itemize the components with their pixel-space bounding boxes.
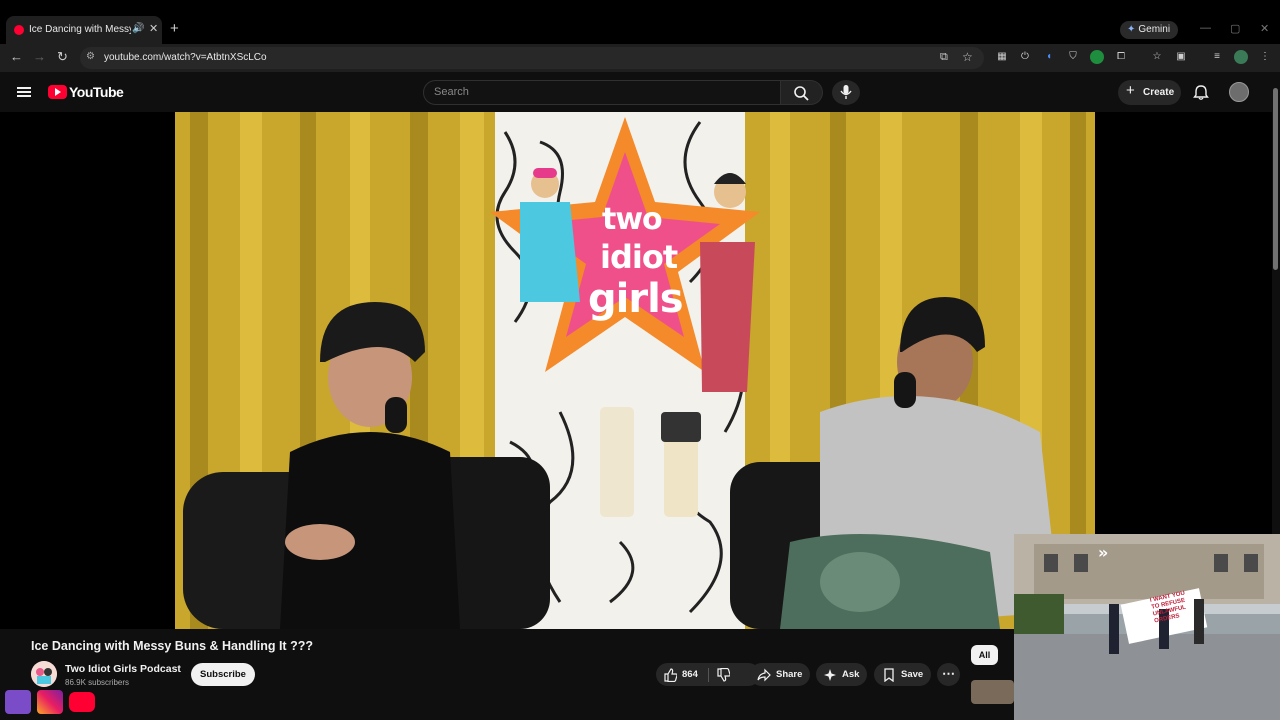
ask-button[interactable]: Ask [816,663,867,686]
like-count: 864 [682,669,698,680]
browser-toolbar: ← → ↻ ⚙ youtube.com/watch?v=AtbtnXScLCo … [0,44,1280,108]
create-button[interactable]: + Create [1118,80,1181,105]
instagram-icon[interactable] [37,690,63,714]
youtube-favicon-icon [14,25,24,35]
video-title: Ice Dancing with Messy Buns & Handling I… [31,639,313,653]
gemini-label: Gemini [1138,24,1171,35]
like-divider [708,668,709,682]
search-input[interactable] [434,86,764,98]
sidepanel-icon[interactable]: ▣ [1174,50,1188,64]
minimize-button[interactable]: — [1200,22,1211,34]
pip-frame: » [1014,534,1280,720]
audio-extension-icon[interactable]: ◖ [1042,50,1056,64]
thumbs-up-icon [664,668,677,682]
filter-chip-all[interactable]: All [971,645,998,665]
cup-left [600,407,634,517]
like-button[interactable]: 864 [656,663,708,686]
window-close-button[interactable]: ✕ [1260,22,1269,35]
back-button[interactable]: ← [10,49,23,64]
extension-icon-1[interactable]: ▦ [995,50,1009,64]
hamburger-menu-icon[interactable] [17,87,31,97]
maximize-button[interactable]: ▢ [1230,22,1240,35]
bookmark-star-icon[interactable]: ☆ [962,50,973,64]
bookmarks-icon[interactable]: ☆ [1150,50,1164,64]
svg-text:»: » [1098,543,1108,562]
sparkle-icon [824,669,836,681]
extension-badge-icon[interactable] [1090,50,1104,64]
more-actions-button[interactable]: ⋯ [937,663,960,686]
subscriber-count: 86.9K subscribers [65,678,130,687]
ask-label: Ask [842,669,860,680]
url-text: youtube.com/watch?v=AtbtnXScLCo [104,52,267,63]
speaker-icon[interactable]: 🔊 [132,23,144,34]
save-button[interactable]: Save [874,663,931,686]
browser-tab-bar: Ice Dancing with Messy Bun 🔊 ✕ + ✦Gemini… [0,0,1280,44]
voice-search-button[interactable] [832,80,860,105]
address-bar[interactable]: ⚙ youtube.com/watch?v=AtbtnXScLCo ⧉ ☆ [80,47,984,69]
menu-dots-icon[interactable]: ⋮ [1258,50,1272,64]
twitch-icon[interactable] [5,690,31,714]
new-tab-button[interactable]: + [170,20,179,37]
save-label: Save [901,669,924,680]
browser-tab-active[interactable]: Ice Dancing with Messy Bun 🔊 ✕ [6,16,162,44]
shield-icon[interactable]: ⛉ [1066,50,1080,64]
bookmark-icon [884,668,894,682]
youtube-masthead: YouTube + Create [0,72,1280,112]
notifications-bell-icon[interactable] [1193,84,1209,105]
user-avatar[interactable] [1229,82,1249,102]
create-label: Create [1143,87,1175,98]
dislike-button[interactable] [716,667,736,682]
search-icon [794,86,809,101]
power-icon[interactable]: ⏻ [1018,50,1032,64]
picture-in-picture-video[interactable]: » I WANT YOU TO REFUSE UNLAWFUL ORDERS [1014,534,1280,720]
youtube-logo-icon[interactable] [48,85,67,99]
youtube-wordmark[interactable]: YouTube [69,84,124,100]
tab-title: Ice Dancing with Messy Bun [29,24,131,35]
microphone-right [894,372,916,408]
microphone-icon [840,85,852,99]
install-app-icon[interactable]: ⧉ [940,51,948,64]
puzzle-extensions-icon[interactable]: ⧠ [1114,50,1128,64]
gemini-button[interactable]: ✦ Gemini [1120,21,1178,39]
media-controls-icon[interactable]: ≡ [1210,50,1224,64]
microphone-left [385,397,407,433]
scrollbar-thumb[interactable] [1273,88,1278,270]
gemini-spark-icon: ✦ [1127,24,1136,35]
sign-text-two: two [602,202,663,237]
channel-avatar[interactable] [31,661,57,687]
sign-text-idiot: idiot [600,238,678,276]
like-dislike-group: 864 [656,663,760,686]
share-button[interactable]: Share [750,663,810,686]
thumbs-down-icon [717,667,731,682]
recommended-video-thumbnail[interactable] [971,680,1014,704]
youtube-social-icon[interactable] [69,692,95,712]
plus-icon: + [1126,82,1135,99]
share-label: Share [776,669,803,680]
sign-text-girls: girls [588,276,684,322]
search-box[interactable] [423,80,781,105]
share-icon [757,668,771,682]
reload-button[interactable]: ↻ [57,49,68,65]
profile-icon[interactable] [1234,50,1248,64]
subscribe-button[interactable]: Subscribe [191,663,255,686]
site-info-icon[interactable]: ⚙ [86,51,95,62]
close-tab-icon[interactable]: ✕ [149,22,158,35]
more-horizontal-icon: ⋯ [942,666,955,681]
channel-name[interactable]: Two Idiot Girls Podcast [65,663,181,675]
forward-button[interactable]: → [33,49,46,64]
search-button[interactable] [781,80,823,105]
